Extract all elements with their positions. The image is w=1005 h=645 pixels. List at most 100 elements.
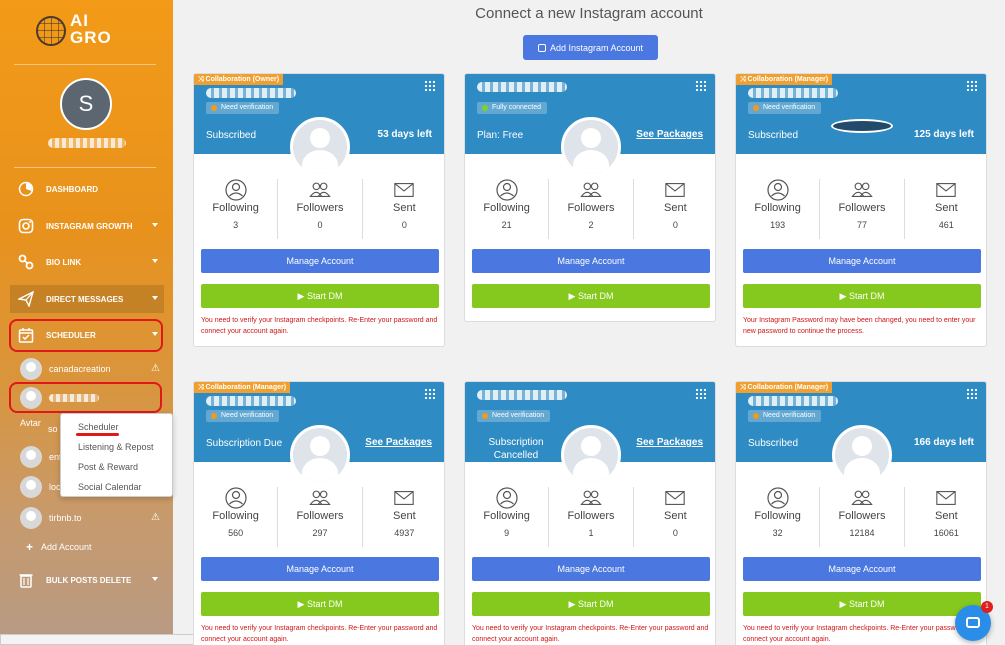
user-avatar[interactable]: S — [60, 78, 112, 130]
stat-value: 12184 — [849, 528, 875, 538]
stat-label: Followers — [296, 510, 344, 522]
app-logo[interactable]: AI GRO — [36, 12, 136, 52]
see-packages-link[interactable]: See Packages — [636, 129, 703, 140]
nav-direct-messages[interactable]: DIRECT MESSAGES — [10, 285, 164, 313]
envelope-icon — [905, 487, 986, 509]
account-name: canadacreation — [49, 364, 111, 374]
stat-value: 0 — [672, 528, 678, 538]
stat-sent: Sent 16061 — [903, 487, 986, 547]
nav-bulk-posts-delete[interactable]: BULK POSTS DELETE — [10, 566, 164, 594]
add-account-link[interactable]: + Add Account — [26, 540, 92, 554]
menu-item-social-calendar[interactable]: Social Calendar — [61, 478, 172, 498]
stat-sent: Sent 0 — [632, 179, 715, 239]
start-dm-button[interactable]: ▶ Start DM — [743, 284, 981, 308]
manage-account-button[interactable]: Manage Account — [472, 557, 710, 581]
error-message: You need to verify your Instagram checkp… — [201, 625, 438, 643]
grid-menu-icon[interactable] — [424, 388, 435, 399]
envelope-icon — [905, 179, 986, 201]
account-card: ⤨ Collaboration (Owner) Need verificatio… — [193, 73, 445, 347]
card-header: Fully connected Plan: Free See Packages — [465, 74, 715, 177]
manage-account-button[interactable]: Manage Account — [201, 557, 439, 581]
logo-text: AI GRO — [70, 11, 112, 47]
days-left-text: 166 days left — [913, 437, 974, 448]
error-message: You need to verify your Instagram checkp… — [743, 625, 980, 643]
grid-menu-icon[interactable] — [695, 80, 706, 91]
highlight-outline — [9, 319, 163, 352]
nav-dashboard[interactable]: DASHBOARD — [10, 175, 164, 203]
group-icon — [820, 179, 903, 201]
account-name: loc — [49, 482, 61, 492]
start-dm-button[interactable]: ▶ Start DM — [472, 284, 710, 308]
days-left-text: 125 days left — [913, 129, 974, 140]
connection-status-pill: Fully connected — [477, 102, 548, 114]
grid-menu-icon[interactable] — [966, 388, 977, 399]
stat-label: Sent — [393, 202, 416, 214]
account-stats: Following 32 Followers 12184 Sent 16061 — [736, 487, 986, 547]
nav-instagram-growth[interactable]: INSTAGRAM GROWTH — [10, 212, 164, 240]
collaboration-badge: ⤨ Collaboration (Manager) — [736, 74, 833, 85]
stat-value: 560 — [228, 528, 244, 538]
start-dm-button[interactable]: ▶ Start DM — [201, 284, 439, 308]
account-stats: Following 560 Followers 297 Sent 4937 — [194, 487, 444, 547]
chevron-down-icon — [152, 223, 158, 227]
start-dm-button[interactable]: ▶ Start DM — [743, 592, 981, 616]
stat-value: 297 — [312, 528, 328, 538]
account-avatar — [20, 476, 42, 498]
account-stats: Following 3 Followers 0 Sent 0 — [194, 179, 444, 239]
stat-label: Sent — [935, 202, 958, 214]
stat-label: Following — [754, 510, 801, 522]
nav-label: BIO LINK — [46, 257, 82, 267]
profile-picture — [561, 425, 621, 485]
blurred-username — [748, 88, 838, 98]
manage-account-button[interactable]: Manage Account — [201, 249, 439, 273]
account-card: Need verification Subscription Cancelled… — [464, 381, 716, 645]
grid-menu-icon[interactable] — [695, 388, 706, 399]
chevron-down-icon — [152, 296, 158, 300]
see-packages-link[interactable]: See Packages — [636, 437, 703, 448]
stat-value: 461 — [938, 220, 954, 230]
group-icon — [278, 179, 361, 201]
stat-label: Followers — [567, 510, 615, 522]
person-icon — [194, 179, 277, 201]
menu-item-post-reward[interactable]: Post & Reward — [61, 458, 172, 478]
see-packages-link[interactable]: See Packages — [365, 437, 432, 448]
chevron-down-icon — [152, 259, 158, 263]
sidebar-account-tirbnb[interactable]: tirbnb.to ⚠ — [20, 506, 162, 530]
manage-account-button[interactable]: Manage Account — [472, 249, 710, 273]
account-avatar — [20, 358, 42, 380]
warning-icon: ⚠ — [151, 512, 160, 523]
grid-menu-icon[interactable] — [424, 80, 435, 91]
add-instagram-account-button[interactable]: Add Instagram Account — [523, 35, 658, 60]
add-account-label: Add Account — [41, 542, 92, 552]
account-name: so — [48, 424, 58, 434]
stat-value: 16061 — [933, 528, 959, 538]
account-card: ⤨ Collaboration (Manager) Need verificat… — [735, 73, 987, 347]
menu-item-listening-repost[interactable]: Listening & Repost — [61, 438, 172, 458]
instagram-icon — [16, 216, 36, 236]
stat-followers: Followers 1 — [548, 487, 632, 547]
button-label: Add Instagram Account — [549, 42, 644, 53]
card-header: Need verification Subscription Cancelled… — [465, 382, 715, 485]
manage-account-button[interactable]: Manage Account — [743, 249, 981, 273]
account-stats: Following 193 Followers 77 Sent 461 — [736, 179, 986, 239]
sidebar-account-canadacreation[interactable]: canadacreation ⚠ — [20, 357, 162, 381]
stat-label: Followers — [567, 202, 615, 214]
subscription-status: Subscription Cancelled — [488, 437, 544, 461]
stat-followers: Followers 77 — [819, 179, 903, 239]
watermark-overlay — [831, 119, 893, 133]
blurred-username — [477, 390, 567, 400]
grid-menu-icon[interactable] — [966, 80, 977, 91]
blurred-username — [748, 396, 838, 406]
nav-bio-link[interactable]: BIO LINK — [10, 248, 164, 276]
start-dm-button[interactable]: ▶ Start DM — [472, 592, 710, 616]
blurred-username — [206, 396, 296, 406]
card-header: ⤨ Collaboration (Manager) Need verificat… — [736, 74, 986, 154]
account-card: Fully connected Plan: Free See Packages … — [464, 73, 716, 322]
paper-plane-icon — [16, 289, 36, 309]
chat-widget-button[interactable]: 1 — [955, 601, 993, 641]
start-dm-button[interactable]: ▶ Start DM — [201, 592, 439, 616]
manage-account-button[interactable]: Manage Account — [743, 557, 981, 581]
stat-sent: Sent 4937 — [361, 487, 444, 547]
collaboration-badge: ⤨ Collaboration (Manager) — [194, 382, 291, 393]
envelope-icon — [363, 487, 444, 509]
